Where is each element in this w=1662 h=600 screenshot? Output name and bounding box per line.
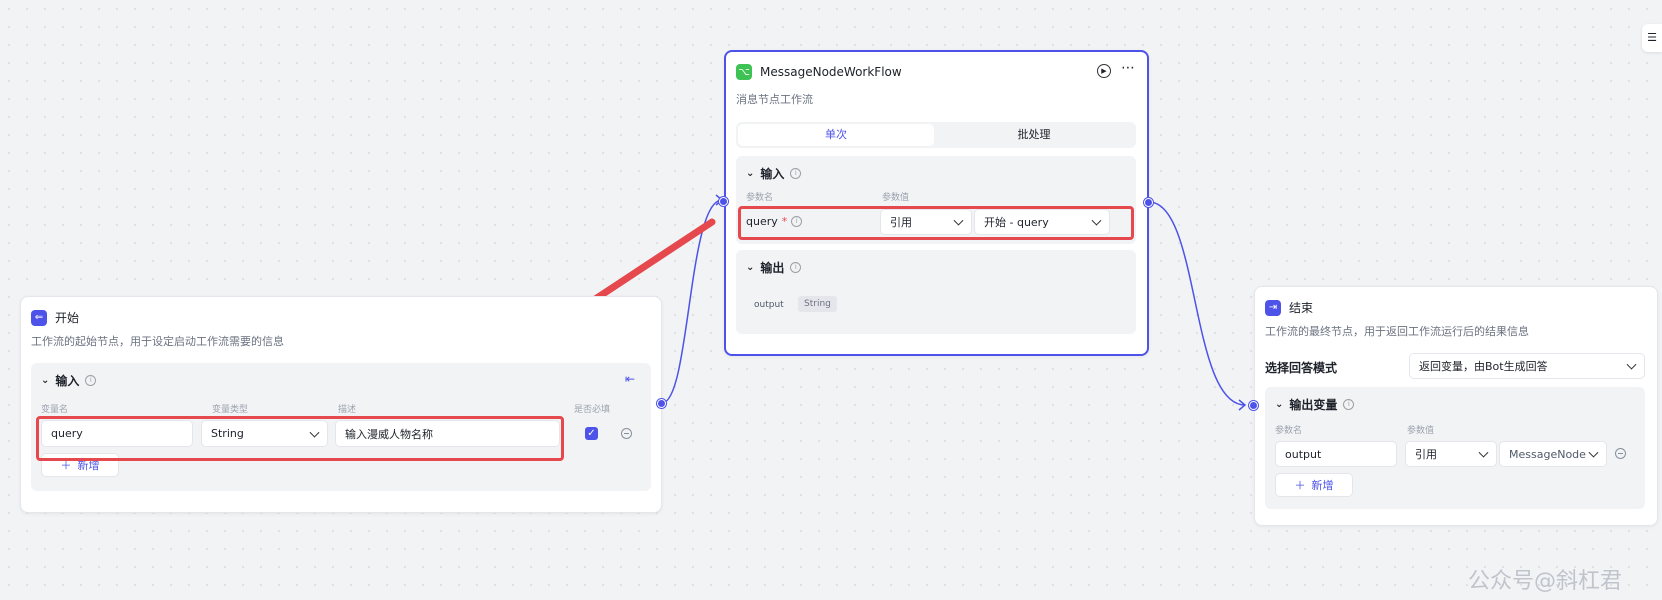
end-output-section: ⌄ 输出变量 i 参数名 参数值 output 引用 MessageNode ＋… [1265,387,1645,509]
plus-icon: ＋ [1294,479,1306,492]
var-name-input[interactable]: query [41,420,193,447]
var-type-select[interactable]: String [201,420,328,447]
param-name: query * i [746,215,803,228]
collapse-chevron-icon[interactable]: ⌄ [41,375,49,386]
end-ref-value-select[interactable]: MessageNode [1499,441,1607,467]
info-icon: i [791,216,803,227]
panel-toggle-icon[interactable]: ☰ [1642,24,1662,52]
chevron-down-icon [953,215,964,226]
col-desc: 描述 [338,405,357,415]
workflow-node-title: MessageNodeWorkFlow [760,65,902,79]
workflow-input-section: ⌄ 输入 i 参数名 参数值 query * i 引用 开始 - query [736,156,1136,244]
tab-single[interactable]: 单次 [738,124,934,146]
watermark: 公众号@斜杠君 [1468,569,1623,594]
info-icon: i [790,168,802,179]
param-name-label: query [746,215,778,228]
workflow-node-description: 消息节点工作流 [736,93,813,106]
add-var-label: 新增 [77,459,100,472]
add-output-button[interactable]: ＋ 新增 [1275,473,1353,497]
start-node-title: 开始 [55,311,80,325]
required-mark: * [781,215,788,228]
import-icon[interactable]: ⇤ [625,372,635,386]
end-input-port[interactable] [1249,401,1258,410]
chevron-down-icon [1588,447,1599,458]
end-node[interactable]: ⇥ 结束 工作流的最终节点，用于返回工作流运行后的结果信息 选择回答模式 返回变… [1254,286,1658,526]
workflow-output-title: 输出 [760,261,785,275]
info-icon: i [85,375,97,386]
col-param-name: 参数名 [1275,426,1303,436]
ref-mode-value: 引用 [890,216,912,229]
more-icon[interactable]: ⋯ [1121,60,1135,76]
ref-value-select[interactable]: 开始 - query [974,209,1110,235]
run-icon[interactable]: ▶ [1097,64,1111,78]
collapse-chevron-icon[interactable]: ⌄ [746,262,754,273]
col-var-type: 变量类型 [212,405,249,415]
start-node[interactable]: ⇐ 开始 工作流的起始节点，用于设定启动工作流需要的信息 ⌄ 输入 i ⇤ 变量… [20,296,662,513]
end-ref-value-text: MessageNode [1509,447,1586,461]
workflow-output-port[interactable] [1144,198,1153,207]
end-node-title: 结束 [1289,301,1314,315]
info-icon: i [790,262,802,273]
edge-workflow-to-end [1148,201,1246,406]
start-output-port[interactable] [657,399,666,408]
remove-row-icon[interactable] [1615,448,1626,459]
col-param-value: 参数值 [1407,426,1435,436]
ref-value-text: 开始 - query [984,216,1049,229]
output-name: output [754,300,784,310]
start-input-title: 输入 [55,374,80,388]
mode-value: 返回变量，由Bot生成回答 [1419,360,1548,373]
end-output-name-input[interactable]: output [1275,441,1397,467]
info-icon: i [1343,399,1355,410]
start-node-description: 工作流的起始节点，用于设定启动工作流需要的信息 [31,335,284,348]
workflow-node-icon: ⌥ [736,64,752,80]
collapse-chevron-icon[interactable]: ⌄ [1275,399,1283,410]
remove-row-icon[interactable] [621,428,632,439]
col-required: 是否必填 [574,405,611,415]
tab-switch: 单次 批处理 [736,122,1136,148]
end-node-icon: ⇥ [1265,299,1281,316]
edge-start-to-workflow [661,199,723,404]
output-type-badge: String [798,296,837,312]
end-ref-mode-select[interactable]: 引用 [1405,441,1497,467]
chevron-down-icon [309,427,320,438]
start-node-icon: ⇐ [31,309,47,326]
collapse-chevron-icon[interactable]: ⌄ [746,168,754,179]
col-var-name: 变量名 [41,405,69,415]
var-type-value: String [211,427,244,440]
add-output-label: 新增 [1311,479,1334,492]
chevron-down-icon [1478,447,1489,458]
col-param-name: 参数名 [746,193,774,203]
workflow-output-section: ⌄ 输出 i output String [736,250,1136,334]
start-input-section: ⌄ 输入 i ⇤ 变量名 变量类型 描述 是否必填 query String 输… [31,363,651,491]
workflow-node[interactable]: ⌥ MessageNodeWorkFlow ▶ ⋯ 消息节点工作流 单次 批处理… [724,50,1149,356]
end-ref-mode-value: 引用 [1415,448,1437,461]
required-checkbox[interactable]: ✓ [585,427,598,440]
ref-mode-select[interactable]: 引用 [880,209,972,235]
var-desc-input[interactable]: 输入漫威人物名称 [335,420,560,447]
tab-batch[interactable]: 批处理 [936,124,1132,146]
workflow-input-title: 输入 [760,167,785,181]
end-output-title: 输出变量 [1289,398,1338,412]
end-node-description: 工作流的最终节点，用于返回工作流运行后的结果信息 [1265,325,1529,338]
chevron-down-icon [1091,215,1102,226]
chevron-down-icon [1626,359,1637,370]
mode-label: 选择回答模式 [1265,361,1338,375]
mode-select[interactable]: 返回变量，由Bot生成回答 [1409,353,1645,379]
col-param-value: 参数值 [882,193,910,203]
plus-icon: ＋ [60,459,72,472]
workflow-input-port[interactable] [719,197,728,206]
add-var-button[interactable]: ＋ 新增 [41,453,119,477]
